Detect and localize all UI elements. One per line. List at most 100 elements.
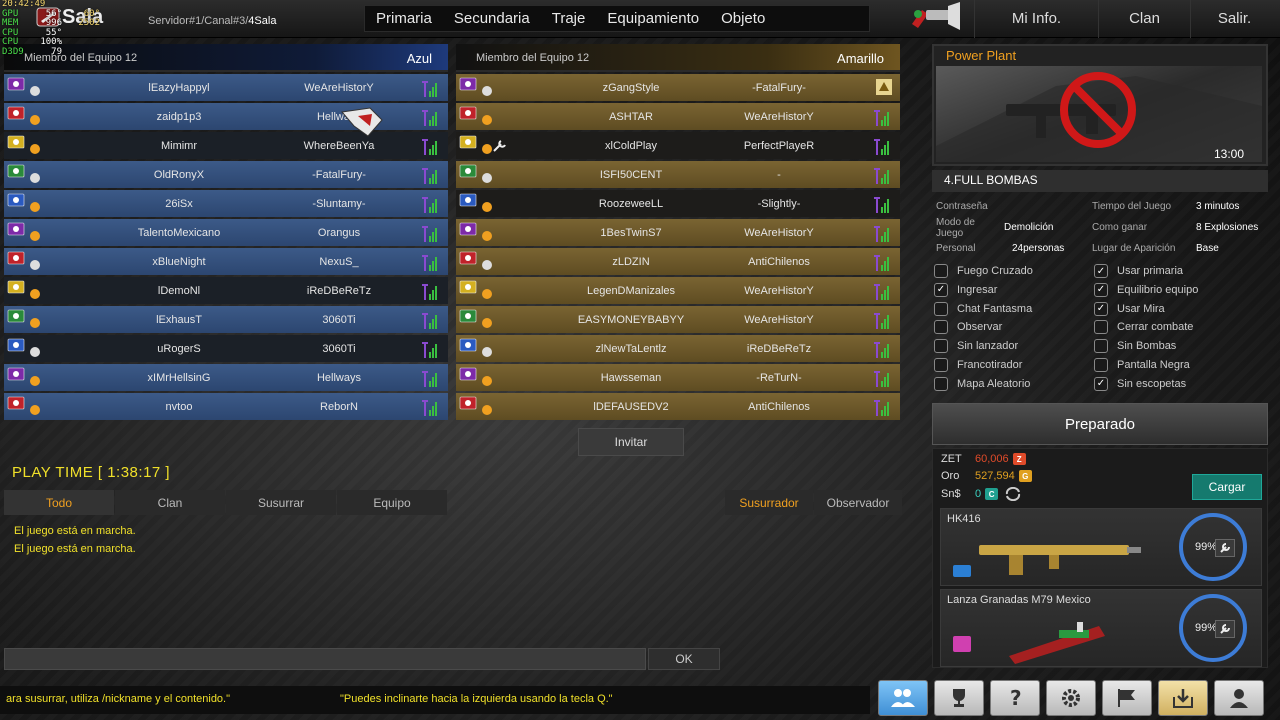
option-checkbox[interactable]: ✓ Equilibrio equipo: [1094, 282, 1198, 297]
option-checkbox[interactable]: Cerrar combate: [1094, 320, 1193, 335]
option-checkbox[interactable]: ✓ Sin escopetas: [1094, 376, 1186, 391]
repair-icon[interactable]: [1215, 539, 1235, 557]
player-row[interactable]: lExhausT 3060Ti: [4, 306, 448, 333]
refresh-icon[interactable]: [1004, 487, 1022, 501]
checkmark-icon[interactable]: ✓: [1094, 376, 1108, 391]
chat-tab-susurrador[interactable]: Susurrador: [725, 490, 813, 515]
player-row[interactable]: TalentoMexicano Orangus: [4, 219, 448, 246]
grenade-launcher-icon: [953, 622, 1105, 664]
load-button[interactable]: Cargar: [1192, 474, 1262, 500]
nav-equipamiento[interactable]: Equipamiento: [596, 10, 710, 27]
player-name: ASHTAR: [609, 110, 653, 123]
rank-badge-icon: [7, 367, 40, 386]
player-name: zaidp1p3: [156, 110, 202, 123]
nav-objeto[interactable]: Objeto: [710, 10, 776, 27]
player-name: xlColdPlay: [605, 139, 657, 152]
checkbox-empty-icon[interactable]: [1094, 339, 1108, 354]
settings-icon[interactable]: [1046, 680, 1096, 716]
ready-button[interactable]: Preparado: [932, 403, 1268, 445]
checkmark-icon[interactable]: ✓: [1094, 301, 1108, 316]
chat-tabs: Todo Clan Susurrar Equipo: [4, 490, 448, 515]
option-checkbox[interactable]: Chat Fantasma: [934, 301, 1032, 316]
player-row[interactable]: xBlueNight NexuS_: [4, 248, 448, 275]
checkbox-empty-icon[interactable]: [934, 264, 948, 278]
player-clan: -Sluntamy-: [312, 197, 366, 210]
room-info: Contraseña Tiempo del Juego 3 minutos Modo …: [932, 196, 1272, 259]
option-checkbox[interactable]: Sin lanzador: [934, 339, 1018, 354]
chat-tab-clan[interactable]: Clan: [115, 490, 225, 515]
option-checkbox[interactable]: Observar: [934, 320, 1002, 335]
right-nav: Mi Info. Clan Salir.: [974, 0, 1278, 38]
chat-input[interactable]: [4, 648, 646, 670]
checkbox-empty-icon[interactable]: [1094, 320, 1108, 335]
help-icon[interactable]: ?: [990, 680, 1040, 716]
friends-icon[interactable]: [878, 680, 928, 716]
player-row[interactable]: OldRonyX -FatalFury-: [4, 161, 448, 188]
option-checkbox[interactable]: ✓ Usar primaria: [1094, 264, 1183, 278]
player-row[interactable]: uRogerS 3060Ti: [4, 335, 448, 362]
player-row[interactable]: nvtoo ReborN: [4, 393, 448, 420]
nav-salir[interactable]: Salir.: [1190, 0, 1278, 38]
player-row[interactable]: ISFI50CENT -: [456, 161, 900, 188]
player-row[interactable]: ASHTAR WeAreHistorY: [456, 103, 900, 130]
mouse-cursor-icon: [341, 107, 383, 137]
checkbox-empty-icon[interactable]: [934, 339, 948, 354]
player-row[interactable]: 26iSx -Sluntamy-: [4, 190, 448, 217]
nav-secundaria[interactable]: Secundaria: [443, 10, 541, 27]
nav-mi-info[interactable]: Mi Info.: [974, 0, 1098, 38]
flag-icon[interactable]: [1102, 680, 1152, 716]
room-info-row: Contraseña Tiempo del Juego 3 minutos: [936, 201, 1240, 212]
player-clan: -Slightly-: [757, 197, 801, 210]
player-row[interactable]: RoozeweeLL -Slightly-: [456, 190, 900, 217]
profile-icon[interactable]: [1214, 680, 1264, 716]
checkbox-empty-icon[interactable]: [934, 358, 948, 372]
player-row[interactable]: zGangStyle -FatalFury-: [456, 74, 900, 101]
player-row[interactable]: zlNewTaLentlz iReDBeReTz: [456, 335, 900, 362]
checkmark-icon[interactable]: ✓: [1094, 282, 1108, 297]
megaphone-gun-icon[interactable]: [904, 2, 962, 34]
checkbox-empty-icon[interactable]: [1094, 358, 1108, 372]
checkbox-empty-icon[interactable]: [934, 301, 948, 316]
checkmark-icon[interactable]: ✓: [1094, 264, 1108, 278]
primary-weapon-slot[interactable]: HK416 99%: [940, 508, 1262, 586]
chat-tab-susurrar[interactable]: Susurrar: [226, 490, 336, 515]
chat-ok-button[interactable]: OK: [648, 648, 720, 670]
trophy-icon[interactable]: [934, 680, 984, 716]
checkbox-empty-icon[interactable]: [934, 320, 948, 335]
option-checkbox[interactable]: Sin Bombas: [1094, 339, 1176, 354]
option-checkbox[interactable]: Pantalla Negra: [1094, 358, 1190, 372]
rank-badge-icon: [7, 77, 40, 96]
rank-badge-icon: [459, 106, 492, 125]
player-row[interactable]: xIMrHellsinG Hellways: [4, 364, 448, 391]
secondary-weapon-slot[interactable]: Lanza Granadas M79 Mexico 99%: [940, 589, 1262, 667]
player-row[interactable]: xlColdPlay PerfectPlayeR: [456, 132, 900, 159]
chat-tab-todo[interactable]: Todo: [4, 490, 114, 515]
option-checkbox[interactable]: Francotirador: [934, 358, 1022, 372]
option-checkbox[interactable]: Fuego Cruzado: [934, 264, 1033, 278]
option-checkbox[interactable]: Mapa Aleatorio: [934, 376, 1030, 391]
invite-button[interactable]: Invitar: [578, 428, 684, 456]
player-row[interactable]: lDemoNl iReDBeReTz: [4, 277, 448, 304]
nav-clan[interactable]: Clan: [1098, 0, 1190, 38]
checkbox-empty-icon[interactable]: [934, 376, 948, 391]
repair-icon[interactable]: [1215, 620, 1235, 638]
wrench-icon: [493, 140, 506, 152]
player-row[interactable]: lDEFAUSEDV2 AntiChilenos: [456, 393, 900, 420]
checkmark-icon[interactable]: ✓: [934, 282, 948, 297]
option-checkbox[interactable]: ✓ Ingresar: [934, 282, 997, 297]
connection-signal-icon: [422, 371, 437, 387]
player-row[interactable]: EASYMONEYBABYY WeAreHistorY: [456, 306, 900, 333]
option-checkbox[interactable]: ✓ Usar Mira: [1094, 301, 1165, 316]
player-name: lDEFAUSEDV2: [593, 400, 669, 413]
connection-signal-icon: [422, 110, 437, 126]
chat-tab-equipo[interactable]: Equipo: [337, 490, 447, 515]
player-row[interactable]: Hawsseman -ReTurN-: [456, 364, 900, 391]
nav-traje[interactable]: Traje: [541, 10, 597, 27]
player-row[interactable]: LegenDManizales WeAreHistorY: [456, 277, 900, 304]
player-row[interactable]: zLDZIN AntiChilenos: [456, 248, 900, 275]
player-row[interactable]: lEazyHappyl WeAreHistorY: [4, 74, 448, 101]
nav-primaria[interactable]: Primaria: [365, 10, 443, 27]
chat-tab-observador[interactable]: Observador: [814, 490, 902, 515]
player-row[interactable]: 1BesTwinS7 WeAreHistorY: [456, 219, 900, 246]
inventory-icon[interactable]: [1158, 680, 1208, 716]
